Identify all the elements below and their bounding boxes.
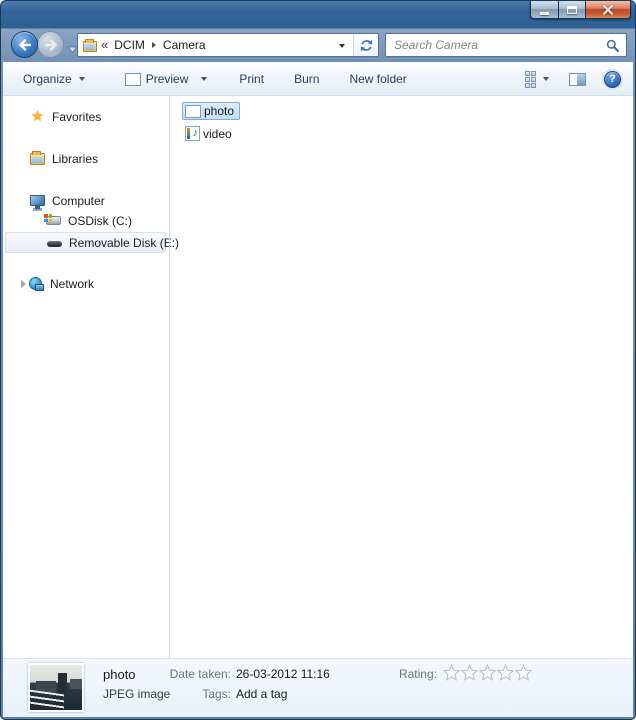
change-view-button[interactable] [519,67,555,92]
sidebar-item-favorites[interactable]: ★ Favorites [5,106,166,127]
file-item-video[interactable]: ♪ video [182,124,238,143]
details-file-name: photo [103,667,136,682]
preview-pane-icon [569,73,586,86]
view-grid-icon [525,71,536,88]
new-folder-label: New folder [349,72,406,86]
chevron-down-icon [201,77,207,81]
maximize-button[interactable] [559,0,586,19]
star-icon[interactable] [497,664,514,681]
burn-label: Burn [294,72,319,86]
back-arrow-icon [18,39,32,51]
preview-image-icon [125,73,141,86]
star-icon[interactable] [479,664,496,681]
image-file-icon [185,105,201,118]
navigation-bar: « DCIM Camera [3,28,633,62]
burn-button[interactable]: Burn [288,68,325,90]
details-pane: photo JPEG image Date taken: 26-03-2012 … [3,658,633,717]
refresh-icon [359,38,374,53]
minimize-icon [540,12,549,15]
rating-stars [443,664,532,681]
close-button[interactable] [586,0,631,19]
preview-label: Preview [146,72,189,86]
sidebar-item-osdisk-c[interactable]: OSDisk (C:) [5,210,166,231]
chevron-down-icon [79,77,85,81]
window-body: Organize Preview Print Burn New folder [3,62,633,717]
file-name: video [203,127,232,141]
rating-label: Rating: [375,667,437,681]
folder-icon[interactable] [83,41,97,52]
help-button[interactable]: ? [604,71,621,88]
star-icon[interactable] [515,664,532,681]
organize-button[interactable]: Organize [17,68,91,90]
forward-arrow-icon [44,39,58,51]
command-toolbar: Organize Preview Print Burn New folder [3,62,633,96]
forward-button[interactable] [37,31,64,58]
breadcrumb-item-dcim[interactable]: DCIM [110,38,149,52]
new-folder-button[interactable]: New folder [343,68,412,90]
close-icon [602,5,614,15]
breadcrumb-separator-icon[interactable] [152,42,156,48]
star-icon[interactable] [461,664,478,681]
maximize-icon [567,6,577,14]
search-input[interactable] [386,35,606,55]
file-name: photo [204,104,234,118]
print-button[interactable]: Print [233,68,270,90]
star-icon: ★ [29,109,46,125]
breadcrumb-item-camera[interactable]: Camera [159,38,210,52]
address-bar: « DCIM Camera [77,33,379,57]
file-item-photo[interactable]: photo [182,102,240,120]
file-thumbnail [28,663,84,712]
organize-label: Organize [23,72,72,86]
sidebar-item-libraries[interactable]: Libraries [5,148,166,169]
back-button[interactable] [11,31,38,58]
content-area: ★ Favorites Libraries Computer OSDisk (C… [3,96,633,658]
tags-label: Tags: [156,687,231,701]
network-icon [27,276,44,292]
search-box [385,33,627,57]
star-icon[interactable] [443,664,460,681]
address-dropdown-icon[interactable] [339,44,345,48]
explorer-window: « DCIM Camera [0,0,636,720]
search-icon[interactable] [606,39,619,52]
removable-disk-icon [46,235,63,251]
window-controls [530,0,631,19]
print-label: Print [239,72,264,86]
expander-icon[interactable] [17,280,22,288]
sidebar-item-removable-disk-e[interactable]: Removable Disk (E:) [5,232,166,253]
navigation-pane: ★ Favorites Libraries Computer OSDisk (C… [3,96,169,658]
preview-pane-toggle[interactable] [563,69,592,90]
tags-value[interactable]: Add a tag [236,687,287,701]
date-taken-label: Date taken: [156,667,231,681]
breadcrumb-overflow-chevron[interactable]: « [101,37,108,52]
sidebar-item-computer[interactable]: Computer [5,190,166,211]
sidebar-item-network[interactable]: Network [5,273,166,294]
os-disk-icon [45,213,62,229]
libraries-icon [29,151,46,167]
file-list: photo ♪ video [170,96,633,658]
refresh-button[interactable] [353,34,378,56]
computer-icon [29,193,46,209]
chevron-down-icon [543,77,549,81]
breadcrumb[interactable]: « DCIM Camera [78,34,353,56]
minimize-button[interactable] [530,0,559,19]
preview-button[interactable]: Preview [119,68,214,90]
date-taken-value[interactable]: 26-03-2012 11:16 [236,667,330,681]
video-file-icon: ♪ [185,126,200,141]
